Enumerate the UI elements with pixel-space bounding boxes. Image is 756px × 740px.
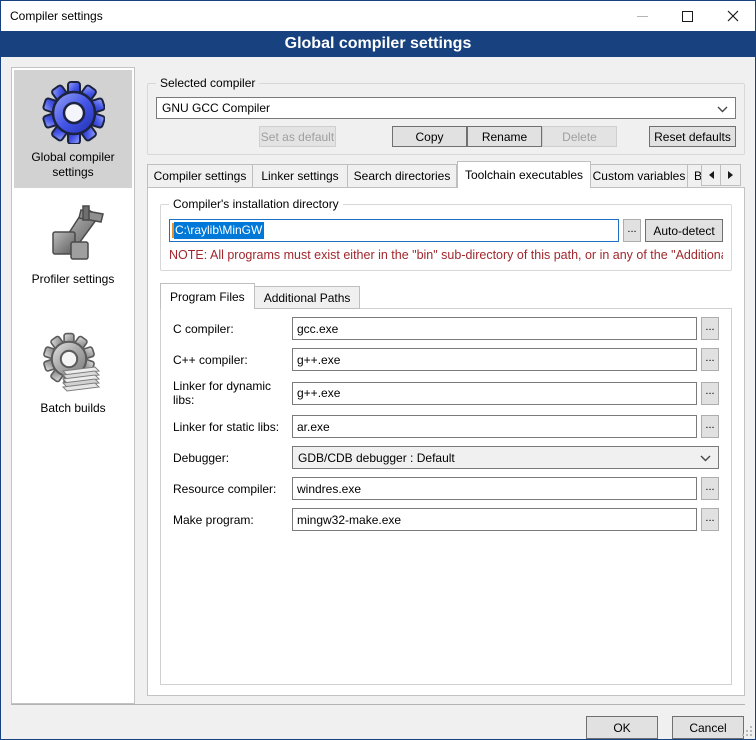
cpp-compiler-row: C++ compiler: ... bbox=[173, 348, 719, 371]
minimize-button[interactable] bbox=[620, 1, 665, 31]
auto-detect-button[interactable]: Auto-detect bbox=[645, 219, 723, 242]
tab-search-directories[interactable]: Search directories bbox=[348, 164, 457, 188]
browse-button[interactable]: ... bbox=[701, 348, 719, 371]
browse-button[interactable]: ... bbox=[701, 477, 719, 500]
caliper-icon bbox=[41, 202, 105, 266]
resource-compiler-input[interactable] bbox=[292, 477, 697, 500]
make-program-row: Make program: ... bbox=[173, 508, 719, 531]
installation-directory-group: Compiler's installation directory C:\ray… bbox=[160, 204, 732, 271]
field-label: Make program: bbox=[173, 513, 292, 527]
static-linker-input[interactable] bbox=[292, 415, 697, 438]
sidebar-item-label: Global compiler settings bbox=[16, 150, 130, 180]
tab-linker-settings[interactable]: Linker settings bbox=[253, 164, 348, 188]
field-label: Debugger: bbox=[173, 451, 292, 465]
tab-scroll-right-button[interactable] bbox=[721, 164, 741, 186]
c-compiler-input[interactable] bbox=[292, 317, 697, 340]
cpp-compiler-input[interactable] bbox=[292, 348, 697, 371]
field-label: C++ compiler: bbox=[173, 353, 292, 367]
tab-compiler-settings[interactable]: Compiler settings bbox=[147, 164, 253, 188]
maximize-icon bbox=[682, 11, 693, 22]
blue-gear-icon bbox=[41, 80, 105, 144]
toolchain-executables-page: Compiler's installation directory C:\ray… bbox=[147, 187, 745, 696]
installation-directory-label: Compiler's installation directory bbox=[169, 197, 343, 211]
dynamic-linker-row: Linker for dynamic libs: ... bbox=[173, 379, 719, 407]
browse-button[interactable]: ... bbox=[701, 317, 719, 340]
sidebar-item-label: Profiler settings bbox=[16, 272, 130, 287]
sidebar-item-global-compiler-settings[interactable]: Global compiler settings bbox=[14, 70, 132, 188]
field-label: Resource compiler: bbox=[173, 482, 292, 496]
resource-compiler-row: Resource compiler: ... bbox=[173, 477, 719, 500]
debugger-select[interactable]: GDB/CDB debugger : Default bbox=[292, 446, 719, 469]
maximize-button[interactable] bbox=[665, 1, 710, 31]
tab-custom-variables[interactable]: Custom variables bbox=[591, 164, 688, 188]
set-as-default-button[interactable]: Set as default bbox=[259, 126, 336, 147]
chevron-down-icon bbox=[717, 106, 728, 113]
compiler-select-value: GNU GCC Compiler bbox=[162, 101, 270, 115]
compiler-settings-dialog: Compiler settings Global compiler settin… bbox=[0, 0, 756, 740]
title-bar[interactable]: Compiler settings bbox=[1, 1, 755, 31]
cancel-button[interactable]: Cancel bbox=[672, 716, 744, 739]
gray-gear-stack-icon bbox=[41, 331, 105, 395]
tab-toolchain-executables[interactable]: Toolchain executables bbox=[457, 161, 591, 188]
installation-directory-input[interactable]: C:\raylib\MinGW bbox=[169, 219, 619, 242]
minimize-icon bbox=[637, 11, 648, 22]
sidebar-item-profiler-settings[interactable]: Profiler settings bbox=[14, 192, 132, 295]
arrow-right-icon bbox=[728, 171, 733, 179]
sidebar-item-batch-builds[interactable]: Batch builds bbox=[14, 321, 132, 424]
bin-subdirectory-note: NOTE: All programs must exist either in … bbox=[169, 248, 723, 262]
dynamic-linker-input[interactable] bbox=[292, 382, 697, 405]
selected-compiler-label: Selected compiler bbox=[156, 76, 259, 90]
resize-grip[interactable] bbox=[742, 726, 752, 736]
tab-additional-paths[interactable]: Additional Paths bbox=[255, 286, 361, 309]
debugger-row: Debugger: GDB/CDB debugger : Default bbox=[173, 446, 719, 469]
close-icon bbox=[727, 10, 739, 22]
settings-tab-strip: Compiler settings Linker settings Search… bbox=[147, 161, 745, 188]
close-button[interactable] bbox=[710, 1, 755, 31]
tab-program-files[interactable]: Program Files bbox=[160, 283, 255, 309]
c-compiler-row: C compiler: ... bbox=[173, 317, 719, 340]
installation-directory-value: C:\raylib\MinGW bbox=[174, 222, 264, 239]
field-label: C compiler: bbox=[173, 322, 292, 336]
chevron-down-icon bbox=[700, 455, 711, 462]
ok-button[interactable]: OK bbox=[586, 716, 658, 739]
program-files-notebook: Program Files Additional Paths C compile… bbox=[160, 283, 732, 685]
program-files-page: C compiler: ... C++ compiler: ... bbox=[160, 308, 732, 685]
dialog-footer: OK Cancel bbox=[1, 704, 755, 739]
sidebar-item-label: Batch builds bbox=[16, 401, 130, 416]
browse-button[interactable]: ... bbox=[701, 508, 719, 531]
arrow-left-icon bbox=[709, 171, 714, 179]
rename-button[interactable]: Rename bbox=[467, 126, 542, 147]
field-label: Linker for static libs: bbox=[173, 420, 292, 434]
selected-compiler-group: Selected compiler GNU GCC Compiler Set a… bbox=[147, 83, 745, 155]
browse-button[interactable]: ... bbox=[701, 382, 719, 405]
page-title: Global compiler settings bbox=[1, 31, 755, 57]
settings-category-list: Global compiler settings bbox=[11, 67, 135, 704]
browse-directory-button[interactable]: ... bbox=[623, 219, 641, 242]
make-program-input[interactable] bbox=[292, 508, 697, 531]
delete-button[interactable]: Delete bbox=[542, 126, 617, 147]
browse-button[interactable]: ... bbox=[701, 415, 719, 438]
debugger-select-value: GDB/CDB debugger : Default bbox=[298, 451, 455, 465]
reset-defaults-button[interactable]: Reset defaults bbox=[649, 126, 736, 147]
static-linker-row: Linker for static libs: ... bbox=[173, 415, 719, 438]
window-title: Compiler settings bbox=[1, 9, 620, 23]
field-label: Linker for dynamic libs: bbox=[173, 379, 292, 407]
compiler-select[interactable]: GNU GCC Compiler bbox=[156, 97, 736, 119]
copy-button[interactable]: Copy bbox=[392, 126, 467, 147]
tab-scroll-left-button[interactable] bbox=[701, 164, 721, 186]
